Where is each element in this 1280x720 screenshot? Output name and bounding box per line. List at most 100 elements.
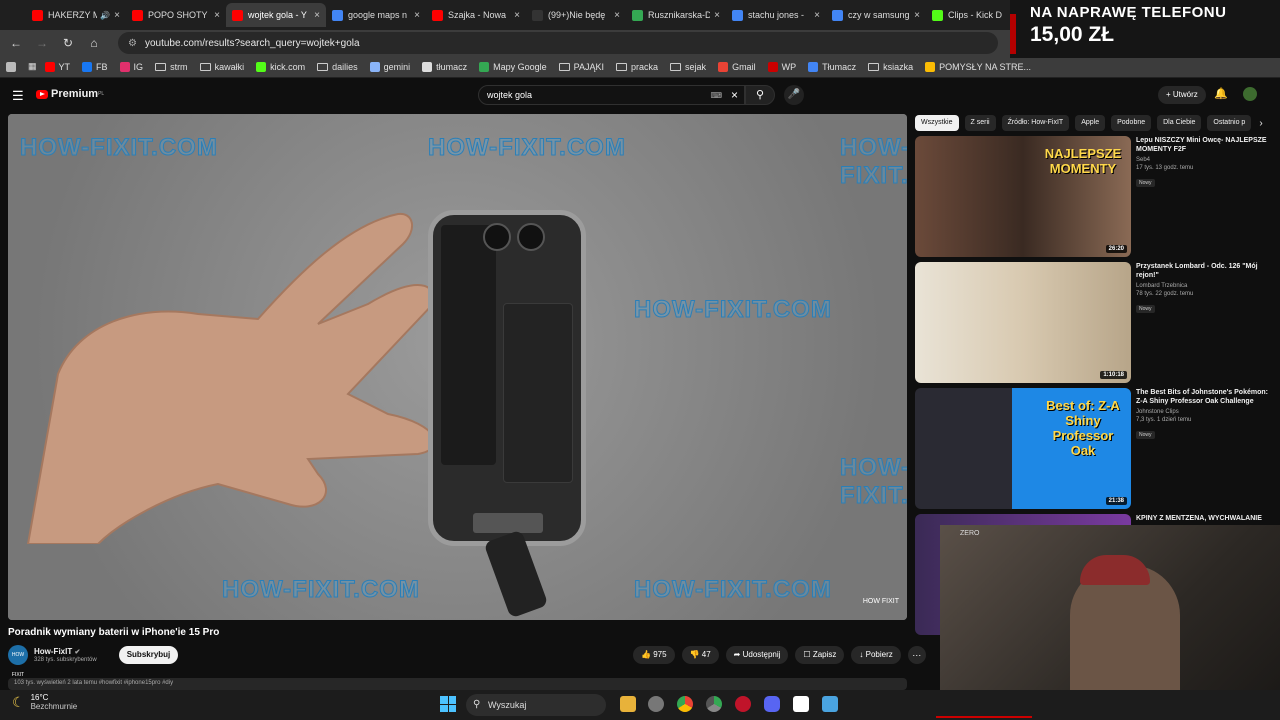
clear-search-icon[interactable]: × bbox=[731, 88, 738, 102]
tab-close-icon[interactable]: × bbox=[214, 10, 220, 21]
save-button[interactable]: ☐ Zapisz bbox=[795, 646, 845, 664]
recommendation-title[interactable]: KPINY Z MENTZENA, WYCHWALANIE bbox=[1136, 514, 1271, 523]
tab-close-icon[interactable]: × bbox=[114, 10, 120, 21]
app-icon[interactable] bbox=[648, 696, 664, 712]
back-arrow-icon[interactable]: ← bbox=[6, 36, 26, 50]
description-box[interactable]: 103 tys. wyświetleń 2 lata temu #howfixi… bbox=[8, 678, 907, 690]
bookmark-item[interactable]: gemini bbox=[369, 61, 410, 72]
recommendation-thumbnail[interactable]: Best of: Z-A Shiny Professor Oak 21:38 bbox=[915, 388, 1131, 509]
bookmark-item[interactable]: WP bbox=[767, 61, 796, 72]
bookmark-item[interactable]: Gmail bbox=[718, 61, 756, 72]
browser-tab[interactable]: HAKERZY MAJĄ🔊 × bbox=[26, 3, 126, 27]
tab-close-icon[interactable]: × bbox=[914, 10, 920, 21]
capcut-icon[interactable] bbox=[793, 696, 809, 712]
weather-widget[interactable]: ☾ 16°C Bezchmurnie bbox=[12, 693, 77, 711]
filter-chip[interactable]: Apple bbox=[1075, 115, 1106, 131]
taskbar-search[interactable]: ⚲ Wyszukaj bbox=[466, 694, 606, 716]
notifications-bell-icon[interactable]: 🔔 bbox=[1214, 87, 1228, 100]
tab-close-icon[interactable]: × bbox=[414, 10, 420, 21]
filter-chip[interactable]: Podobne bbox=[1111, 115, 1152, 131]
channel-avatar[interactable]: HOW FIXIT bbox=[8, 645, 28, 678]
filter-chip[interactable]: Z serii bbox=[964, 115, 996, 131]
recommendation-channel[interactable]: Johnstone Clips bbox=[1136, 409, 1271, 415]
tab-close-icon[interactable]: × bbox=[314, 10, 320, 21]
browser-tab[interactable]: stachu jones - × bbox=[726, 3, 826, 27]
recommendation-title[interactable]: The Best Bits of Johnstone's Pokémon: Z-… bbox=[1136, 388, 1271, 406]
omnibox[interactable]: ⚙ youtube.com/results?search_query=wojte… bbox=[118, 32, 998, 54]
like-button[interactable]: 👍 975 bbox=[633, 646, 675, 664]
bookmark-item[interactable]: dailies bbox=[317, 62, 358, 72]
bookmarks-square-icon[interactable] bbox=[6, 61, 20, 72]
bookmark-item[interactable]: kawałki bbox=[199, 62, 244, 72]
reload-icon[interactable]: ↻ bbox=[58, 36, 78, 50]
audio-icon[interactable]: 🔊 bbox=[100, 11, 110, 20]
keyboard-icon[interactable]: ⌨ bbox=[710, 91, 722, 100]
recommendation-thumbnail[interactable]: 1:10:18 bbox=[915, 262, 1131, 383]
windows-start-icon[interactable] bbox=[440, 696, 456, 712]
search-input[interactable]: wojtek gola ⌨ × bbox=[478, 85, 745, 105]
recommendation-item[interactable]: NAJLEPSZE MOMENTY 26:20 Lepu NISZCZY Mini … bbox=[915, 136, 1275, 262]
bookmark-item[interactable]: FB bbox=[82, 61, 108, 72]
recommendation-thumbnail[interactable]: NAJLEPSZE MOMENTY 26:20 bbox=[915, 136, 1131, 257]
browser-tab[interactable]: (99+)Nie będę × bbox=[526, 3, 626, 27]
account-avatar[interactable] bbox=[1243, 87, 1257, 101]
filter-chip[interactable]: Źródło: How-FixIT bbox=[1001, 115, 1070, 131]
recommendation-title[interactable]: Przystanek Lombard - Odc. 126 "Mój rejon… bbox=[1136, 262, 1271, 280]
video-player[interactable]: HOW-FIXIT.COM HOW-FIXIT.COM HOW-FIXIT.CO… bbox=[8, 114, 907, 620]
share-button[interactable]: ➦ Udostępnij bbox=[725, 646, 789, 664]
browser-tab[interactable]: POPO SHOTY - × bbox=[126, 3, 226, 27]
youtube-logo[interactable]: Premium PL bbox=[36, 88, 104, 100]
recommendation-channel[interactable]: Lombard Trzebnica bbox=[1136, 283, 1271, 289]
home-icon[interactable]: ⌂ bbox=[84, 36, 104, 50]
browser-tab[interactable]: Rusznikarska-D × bbox=[626, 3, 726, 27]
bookmark-item[interactable]: Tłumacz bbox=[808, 61, 856, 72]
download-icon: ↓ bbox=[859, 650, 864, 659]
recommendation-channel[interactable]: Seb4 bbox=[1136, 157, 1271, 163]
recommendation-title[interactable]: Lepu NISZCZY Mini Owcę- NAJLEPSZE MOMENT… bbox=[1136, 136, 1271, 154]
browser-tab[interactable]: google maps n × bbox=[326, 3, 426, 27]
bookmark-item[interactable]: strm bbox=[155, 62, 188, 72]
forward-arrow-icon[interactable]: → bbox=[32, 36, 52, 50]
filter-chip[interactable]: Ostatnio p bbox=[1207, 115, 1252, 131]
browser-tab[interactable]: Szajka - Nowa × bbox=[426, 3, 526, 27]
recommendation-item[interactable]: 1:10:18 Przystanek Lombard - Odc. 126 "Mó… bbox=[915, 262, 1275, 388]
notepad-icon[interactable] bbox=[822, 696, 838, 712]
tab-close-icon[interactable]: × bbox=[514, 10, 520, 21]
bookmark-item[interactable]: pracka bbox=[616, 62, 658, 72]
bookmark-item[interactable]: tłumacz bbox=[422, 61, 467, 72]
bookmark-favicon-icon bbox=[767, 61, 778, 72]
browser-icon[interactable] bbox=[706, 696, 722, 712]
file-explorer-icon[interactable] bbox=[620, 696, 636, 712]
channel-name[interactable]: How-FixIT ✔ bbox=[34, 647, 97, 656]
voice-search-icon[interactable]: 🎤 bbox=[784, 85, 804, 105]
create-button[interactable]: + Utwórz bbox=[1158, 86, 1206, 104]
filter-chip[interactable]: Dla Ciebie bbox=[1157, 115, 1202, 131]
opera-icon[interactable] bbox=[735, 696, 751, 712]
more-options-icon[interactable]: ⋯ bbox=[907, 646, 926, 664]
bookmark-item[interactable]: POMYSŁY NA STRE... bbox=[925, 61, 1031, 72]
bookmark-item[interactable]: Mapy Google bbox=[479, 61, 547, 72]
menu-hamburger-icon[interactable]: ☰ bbox=[12, 88, 24, 104]
filter-chip[interactable]: Wszystkie bbox=[915, 115, 959, 131]
site-info-icon[interactable]: ⚙ bbox=[128, 38, 137, 49]
bookmark-item[interactable]: YT bbox=[44, 61, 70, 72]
bookmark-item[interactable]: kick.com bbox=[256, 61, 305, 72]
search-button[interactable]: ⚲ bbox=[745, 85, 775, 105]
tab-close-icon[interactable]: × bbox=[714, 10, 720, 21]
bookmark-item[interactable]: IG bbox=[119, 61, 143, 72]
chrome-icon[interactable] bbox=[677, 696, 693, 712]
bookmark-item[interactable]: sejak bbox=[670, 62, 706, 72]
browser-tab[interactable]: czy w samsung × bbox=[826, 3, 926, 27]
download-button[interactable]: ↓ Pobierz bbox=[851, 646, 901, 664]
chips-next-icon[interactable]: › bbox=[1259, 118, 1262, 129]
browser-tab[interactable]: wojtek gola - Y × bbox=[226, 3, 326, 27]
apps-grid-icon[interactable]: ▦ bbox=[28, 61, 37, 72]
recommendation-item[interactable]: Best of: Z-A Shiny Professor Oak 21:38 The… bbox=[915, 388, 1275, 514]
subscribe-button[interactable]: Subskrybuj bbox=[118, 646, 179, 664]
tab-close-icon[interactable]: × bbox=[614, 10, 620, 21]
tab-close-icon[interactable]: × bbox=[814, 10, 820, 21]
bookmark-item[interactable]: PAJĄKI bbox=[558, 62, 604, 72]
bookmark-item[interactable]: ksiazka bbox=[868, 62, 913, 72]
dislike-button[interactable]: 👎 47 bbox=[681, 646, 719, 664]
discord-icon[interactable] bbox=[764, 696, 780, 712]
